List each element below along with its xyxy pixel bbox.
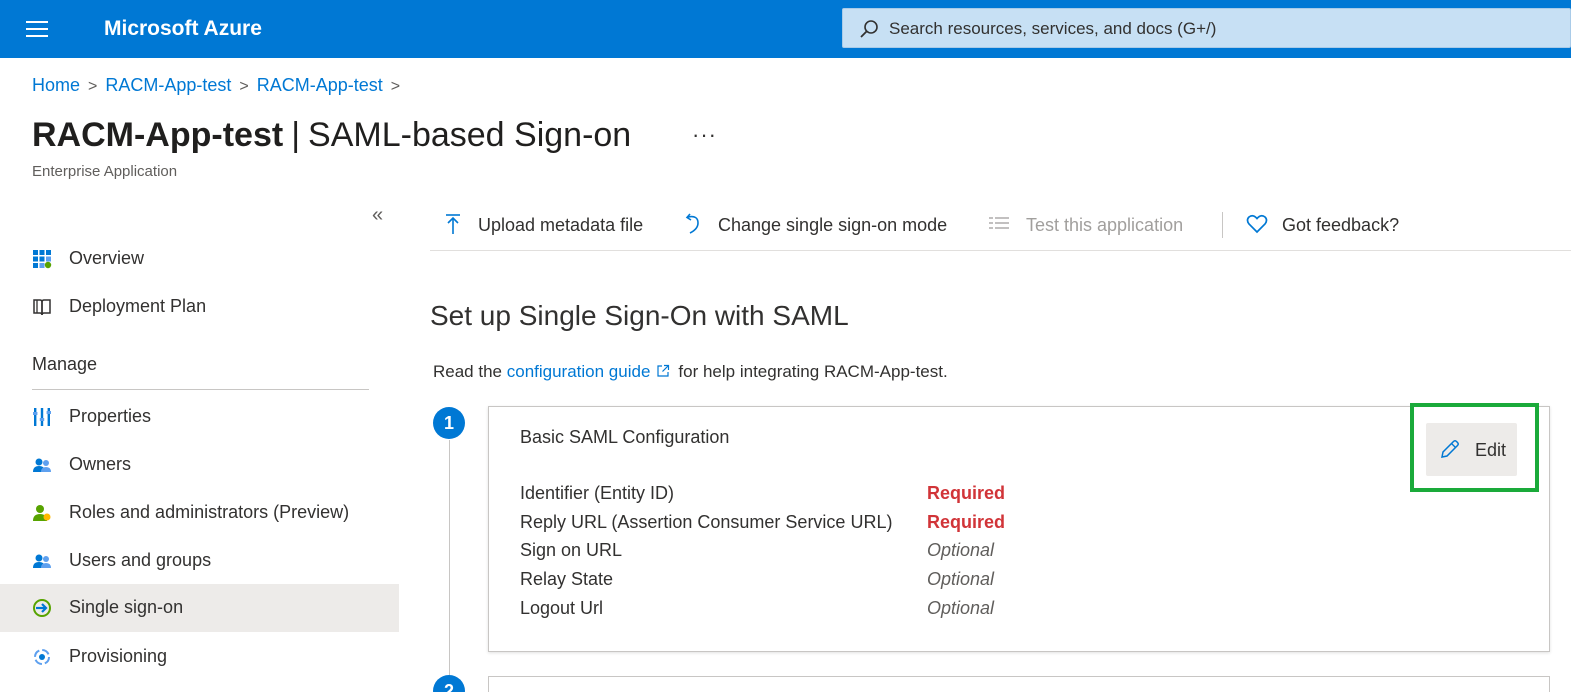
book-icon xyxy=(33,299,51,316)
search-icon xyxy=(860,20,878,38)
sidebar-item-users-and-groups[interactable]: Users and groups xyxy=(0,537,399,585)
edit-button[interactable]: Edit xyxy=(1426,423,1517,476)
checklist-icon xyxy=(989,217,1009,229)
hamburger-menu-icon[interactable] xyxy=(26,21,48,37)
change-sso-mode-label: Change single sign-on mode xyxy=(718,215,948,235)
page-title-separator: | xyxy=(291,116,301,154)
owners-icon xyxy=(33,458,51,472)
sso-icon xyxy=(33,599,51,617)
feedback-label: Got feedback? xyxy=(1282,215,1400,235)
sidebar-item-label: Users and groups xyxy=(69,550,212,570)
sidebar-item-label: Single sign-on xyxy=(69,597,184,617)
global-search-input[interactable]: Search resources, services, and docs (G+… xyxy=(842,8,1571,48)
edit-label: Edit xyxy=(1475,440,1507,460)
property-status-required: Required xyxy=(927,483,1006,503)
collapse-sidebar-button[interactable]: « xyxy=(372,204,383,227)
breadcrumb-app-current[interactable]: RACM-App-test xyxy=(257,75,383,95)
property-status-optional: Optional xyxy=(927,597,995,618)
command-bar: Upload metadata file Change single sign-… xyxy=(430,202,1571,248)
breadcrumb: Home > RACM-App-test > RACM-App-test > xyxy=(32,75,408,96)
sidebar-item-deployment-plan[interactable]: Deployment Plan xyxy=(0,283,399,331)
page-title: RACM-App-test | SAML-based Sign-on xyxy=(32,116,631,155)
sidebar-item-label: Provisioning xyxy=(69,646,168,666)
provisioning-icon xyxy=(34,649,50,665)
step-connector xyxy=(449,440,450,680)
breadcrumb-home[interactable]: Home xyxy=(32,75,80,95)
sidebar-section-manage: Manage xyxy=(32,354,98,374)
property-status-optional: Optional xyxy=(927,540,995,561)
step-number-badge: 1 xyxy=(433,407,465,439)
intro-suffix: for help integrating RACM-App-test. xyxy=(678,362,948,381)
undo-icon xyxy=(685,213,699,234)
property-label: Reply URL (Assertion Consumer Service UR… xyxy=(520,511,893,532)
toolbar-divider xyxy=(1222,212,1223,238)
breadcrumb-separator: > xyxy=(390,78,401,95)
property-status-required: Required xyxy=(927,511,1006,532)
sidebar-item-label: Overview xyxy=(69,248,145,268)
intro-prefix: Read the xyxy=(433,362,502,381)
property-label: Logout Url xyxy=(520,597,604,618)
overview-icon xyxy=(33,250,52,269)
breadcrumb-separator: > xyxy=(239,78,249,95)
pencil-icon xyxy=(1441,440,1459,458)
page-subtitle: Enterprise Application xyxy=(32,163,178,180)
sidebar-item-label: Deployment Plan xyxy=(69,296,207,316)
test-application-label: Test this application xyxy=(1026,215,1184,235)
section-heading: Set up Single Sign-On with SAML xyxy=(430,300,849,331)
page-title-app: RACM-App-test xyxy=(32,116,284,154)
basic-saml-configuration-card: Basic SAML Configuration Identifier (Ent… xyxy=(488,406,1550,652)
upload-icon xyxy=(446,214,460,234)
search-placeholder: Search resources, services, and docs (G+… xyxy=(889,19,1217,38)
external-link-icon[interactable] xyxy=(656,364,670,378)
sidebar-item-owners[interactable]: Owners xyxy=(0,441,399,489)
step-2-card xyxy=(488,676,1550,692)
step-number-badge: 2 xyxy=(433,675,465,692)
property-label: Sign on URL xyxy=(520,540,623,561)
more-options-button[interactable]: ··· xyxy=(692,122,717,148)
card-title: Basic SAML Configuration xyxy=(520,427,730,447)
sidebar-item-label: Properties xyxy=(69,406,152,426)
breadcrumb-app[interactable]: RACM-App-test xyxy=(105,75,231,95)
sidebar-item-roles-and-administrators[interactable]: Roles and administrators (Preview) xyxy=(0,489,399,537)
property-status-optional: Optional xyxy=(927,569,995,590)
portal-brand[interactable]: Microsoft Azure xyxy=(104,17,262,41)
property-label: Identifier (Entity ID) xyxy=(520,483,675,503)
sidebar-section-divider xyxy=(32,389,369,390)
command-bar-divider xyxy=(430,250,1571,251)
intro-text: Read the configuration guide for help in… xyxy=(433,362,948,382)
page-title-section: SAML-based Sign-on xyxy=(308,116,632,154)
configuration-guide-link[interactable]: configuration guide xyxy=(507,362,651,381)
properties-icon xyxy=(33,408,51,426)
sidebar-item-provisioning[interactable]: Provisioning xyxy=(0,633,399,681)
sidebar-item-properties[interactable]: Properties xyxy=(0,393,399,441)
heart-icon xyxy=(1246,214,1268,234)
users-icon xyxy=(33,554,51,568)
breadcrumb-separator: > xyxy=(88,78,98,95)
sidebar-item-overview[interactable]: Overview xyxy=(0,235,399,283)
top-bar: Microsoft Azure Search resources, servic… xyxy=(0,0,1571,58)
sidebar-item-label: Owners xyxy=(69,454,132,474)
upload-metadata-label: Upload metadata file xyxy=(478,215,644,235)
roles-icon xyxy=(33,505,51,521)
sidebar-item-single-sign-on[interactable]: Single sign-on xyxy=(0,584,399,632)
sidebar-item-label: Roles and administrators (Preview) xyxy=(69,502,350,522)
property-label: Relay State xyxy=(520,569,614,590)
